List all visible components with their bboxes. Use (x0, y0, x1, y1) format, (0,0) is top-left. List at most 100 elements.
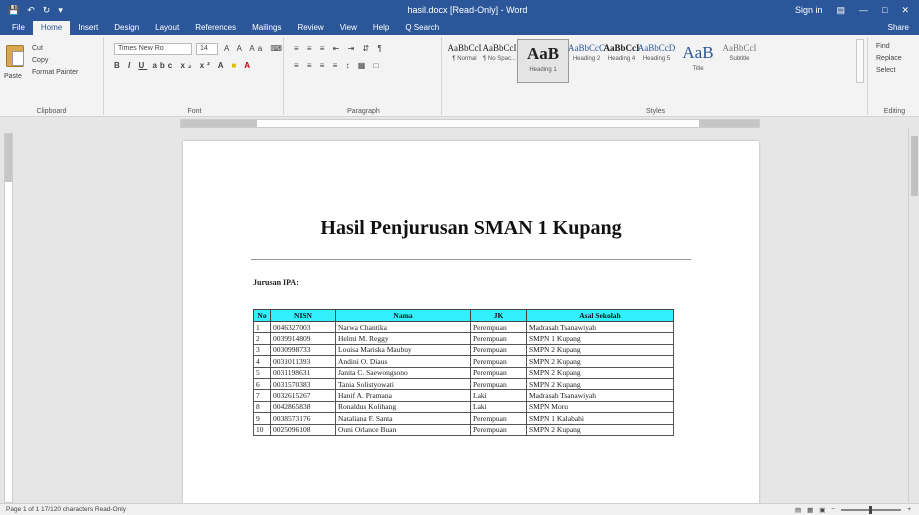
font-label: Font (187, 108, 202, 115)
ribbon-display-icon[interactable]: ▤ (837, 5, 846, 16)
tell-me-search[interactable]: Q Search (397, 21, 447, 35)
style-subtitle[interactable]: AaBbCcI Subtitle (722, 39, 757, 83)
read-mode-icon[interactable]: ▤ (795, 506, 801, 514)
cell-nisn: 0030998733 (270, 343, 336, 357)
tab-mailings[interactable]: Mailings (244, 21, 289, 35)
cell-nisn: 0025096108 (270, 423, 336, 436)
font-format-icons[interactable]: B I U abc x₂ x² A ■ A (114, 61, 253, 70)
style-title[interactable]: AaB Title (674, 39, 722, 83)
list-icons[interactable]: ≡ ≡ ≡ ⇤ ⇥ ⇵ ¶ (294, 44, 385, 53)
style-sample: AaB (682, 43, 714, 62)
cell-jk: Perempuan (470, 355, 527, 368)
clipboard-group: Paste Cut Copy Format Painter Clipboard (0, 37, 104, 115)
tab-file[interactable]: File (4, 21, 33, 35)
header-jk: JK (470, 309, 527, 322)
font-size-box[interactable]: 14 (196, 43, 218, 55)
style-name: Title (692, 66, 704, 72)
cell-no: 3 (253, 343, 271, 357)
font-name-box[interactable]: Times New Ro (114, 43, 192, 55)
cell-asal-sekolah: SMPN 2 Kupang (526, 343, 674, 357)
zoom-out-icon[interactable]: − (831, 506, 835, 513)
zoom-in-icon[interactable]: + (907, 506, 911, 513)
copy-button[interactable]: Copy (32, 57, 48, 64)
cell-jk: Perempuan (470, 332, 527, 345)
style-sample: AaBbCcI (722, 43, 757, 53)
tab-references[interactable]: References (187, 21, 244, 35)
status-text: Page 1 of 1 17/120 characters Read-Only (6, 506, 126, 513)
cell-nama: Louisa Mariska Maubuy (335, 343, 471, 357)
table-row: 5 0031198631 Janita C. Saewongsono Perempua… (253, 366, 674, 379)
tab-design[interactable]: Design (106, 21, 147, 35)
web-layout-icon[interactable]: ▣ (819, 506, 825, 514)
zoom-slider[interactable] (841, 505, 902, 514)
cell-nama: Narwa Chantika (335, 320, 471, 334)
zoom-knob[interactable] (869, 505, 873, 514)
cell-nama: Andini O. Diaus (335, 355, 471, 368)
share-button[interactable]: Share (878, 23, 919, 35)
cell-no: 7 (253, 389, 271, 402)
style-heading-5[interactable]: AaBbCcD Heading 5 (638, 39, 676, 83)
tab-layout[interactable]: Layout (147, 21, 187, 35)
redo-icon[interactable]: ↻ (43, 5, 51, 16)
styles-scroll[interactable] (856, 39, 864, 83)
close-icon[interactable]: ✕ (901, 5, 909, 16)
paste-icon[interactable] (6, 45, 24, 67)
style-heading-1[interactable]: AaB Heading 1 (517, 39, 569, 83)
styles-label: Styles (645, 108, 666, 115)
cut-button[interactable]: Cut (32, 45, 43, 52)
table-row: 4 0031011393 Andini O. Diaus Perempuan SMPN … (253, 355, 674, 368)
tab-view[interactable]: View (332, 21, 365, 35)
editing-group: Find Replace Select Editing (870, 37, 919, 115)
horizontal-ruler[interactable] (180, 119, 760, 128)
tab-insert[interactable]: Insert (70, 21, 106, 35)
cell-no: 6 (253, 377, 271, 391)
select-button[interactable]: Select (876, 67, 895, 74)
cell-nama: Ouni Orlance Buan (335, 423, 471, 436)
replace-button[interactable]: Replace (876, 55, 902, 62)
cell-nisn: 0031011393 (270, 355, 336, 368)
title-bar: 💾 ↶ ↻ ▾ hasil.docx [Read-Only] - Word Si… (0, 0, 919, 20)
alignment-icons[interactable]: ≡ ≡ ≡ ≡ ↕ ▦ □ (294, 61, 381, 70)
tab-help[interactable]: Help (365, 21, 397, 35)
ruler-top-margin (5, 134, 12, 182)
cell-no: 4 (253, 355, 271, 368)
style-sample: AaBbCcI (603, 43, 640, 53)
vertical-scrollbar[interactable] (908, 128, 919, 502)
header-nama: Nama (335, 309, 471, 322)
save-icon[interactable]: 💾 (8, 5, 19, 16)
style-normal[interactable]: AaBbCcI ¶ Normal (447, 39, 482, 83)
tab-review[interactable]: Review (289, 21, 331, 35)
cell-nisn: 0032615267 (270, 389, 336, 402)
vertical-ruler[interactable] (4, 133, 13, 503)
section-heading: Jurusan IPA: (253, 278, 299, 287)
paste-button[interactable]: Paste (4, 73, 22, 80)
style-sample: AaBbCcC (568, 43, 605, 53)
cell-nisn: 0031570383 (270, 377, 336, 391)
style-heading-4[interactable]: AaBbCcI Heading 4 (603, 39, 640, 83)
print-layout-icon[interactable]: ▦ (807, 506, 813, 514)
document-page[interactable]: Hasil Penjurusan SMAN 1 Kupang Jurusan I… (183, 141, 759, 515)
sign-in-link[interactable]: Sign in (795, 5, 823, 15)
font-size-icons[interactable]: A A Aa ⌨ (224, 44, 285, 53)
minimize-icon[interactable]: — (859, 5, 868, 15)
cell-nama: Nataliana F. Santa (335, 412, 471, 425)
cell-no: 1 (253, 320, 271, 334)
table-row: 10 0025096108 Ouni Orlance Buan Perempuan SM… (253, 423, 674, 436)
scrollbar-thumb[interactable] (911, 136, 918, 196)
cell-no: 2 (253, 332, 271, 345)
cell-nama: Ronaldus Kolihang (335, 400, 471, 414)
maximize-icon[interactable]: □ (882, 5, 887, 15)
style-no-spacing[interactable]: AaBbCcI ¶ No Spac... (482, 39, 517, 83)
style-sample: AaBbCcI (482, 43, 517, 53)
ruler-left-margin (181, 120, 257, 127)
tab-home[interactable]: Home (32, 21, 71, 35)
style-heading-2[interactable]: AaBbCcC Heading 2 (568, 39, 605, 83)
cell-nama: Tania Solistyowati (335, 377, 471, 391)
style-sample: AaB (526, 44, 560, 63)
cell-asal-sekolah: SMPN Moru (526, 400, 674, 414)
undo-icon[interactable]: ↶ (27, 5, 35, 16)
find-button[interactable]: Find (876, 43, 890, 50)
customize-icon[interactable]: ▾ (58, 5, 63, 16)
format-painter-button[interactable]: Format Painter (32, 69, 78, 76)
cell-jk: Laki (470, 389, 527, 402)
